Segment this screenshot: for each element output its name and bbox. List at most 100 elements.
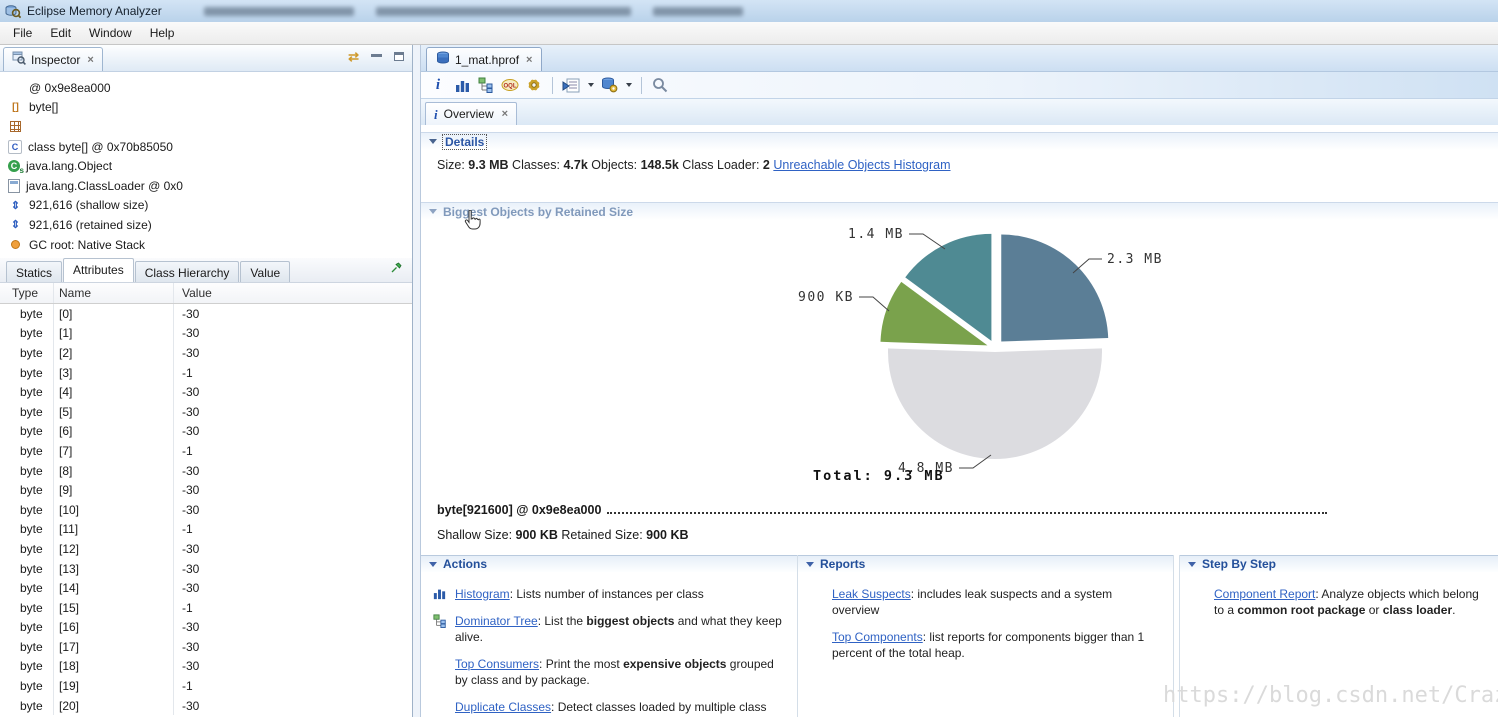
table-row[interactable]: byte[4]-30 <box>0 382 412 402</box>
inspector-item[interactable]: java.lang.ClassLoader @ 0x0 <box>0 176 412 196</box>
table-row[interactable]: byte[14]-30 <box>0 578 412 598</box>
table-row[interactable]: byte[18]-30 <box>0 657 412 677</box>
dropdown-arrow-icon[interactable] <box>626 83 632 87</box>
run-expert-report-icon[interactable] <box>562 75 580 95</box>
inspector-item[interactable]: 921,616 (shallow size) <box>0 196 412 216</box>
panel-divider[interactable] <box>413 45 421 717</box>
maximize-icon[interactable] <box>394 52 404 61</box>
inspector-item-label: GC root: Native Stack <box>29 238 145 252</box>
table-row[interactable]: byte[19]-1 <box>0 676 412 696</box>
oql-icon[interactable]: OQL <box>501 75 519 95</box>
menu-file[interactable]: File <box>4 23 41 43</box>
link-unreachable-objects-histogram[interactable]: Unreachable Objects Histogram <box>773 158 950 172</box>
inspector-item[interactable]: class byte[] @ 0x70b85050 <box>0 137 412 157</box>
table-row[interactable]: byte[3]-1 <box>0 363 412 383</box>
cell-name: [3] <box>53 363 173 383</box>
table-row[interactable]: byte[9]-30 <box>0 480 412 500</box>
reports-section-header[interactable]: Reports <box>798 555 1173 572</box>
menu-help[interactable]: Help <box>141 23 184 43</box>
table-row[interactable]: byte[8]-30 <box>0 461 412 481</box>
text-run: 148.5k <box>641 158 679 172</box>
actions-section-header[interactable]: Actions <box>421 555 797 572</box>
cell-value: -30 <box>173 422 412 442</box>
table-row[interactable]: byte[13]-30 <box>0 559 412 579</box>
link-dominator-tree[interactable]: Dominator Tree <box>455 614 538 628</box>
open-heap-objects-icon[interactable] <box>600 75 618 95</box>
retained-size-pie-chart: 2.3 MB4.8 MB900 KB1.4 MBTotal: 9.3 MB <box>421 221 1498 499</box>
column-header-name[interactable]: Name <box>53 283 173 303</box>
inspector-item[interactable] <box>0 117 412 137</box>
close-icon[interactable]: × <box>87 54 93 66</box>
table-row[interactable]: byte[20]-30 <box>0 696 412 716</box>
column-header-value[interactable]: Value <box>173 283 412 303</box>
link-duplicate-classes[interactable]: Duplicate Classes <box>455 700 551 714</box>
table-row[interactable]: byte[15]-1 <box>0 598 412 618</box>
link-top-consumers[interactable]: Top Consumers <box>455 657 539 671</box>
cell-name: [4] <box>53 382 173 402</box>
inspector-view-actions: ⇄ <box>348 50 404 63</box>
inspector-item[interactable]: java.lang.Object <box>0 156 412 176</box>
dominator-tree-icon[interactable] <box>477 75 495 95</box>
table-row[interactable]: byte[17]-30 <box>0 637 412 657</box>
class-icon <box>8 140 22 154</box>
pie-leader-line <box>909 234 945 249</box>
inspector-item[interactable]: byte[] <box>0 98 412 118</box>
histogram-icon[interactable] <box>453 75 471 95</box>
table-row[interactable]: byte[12]-30 <box>0 539 412 559</box>
table-row[interactable]: byte[1]-30 <box>0 324 412 344</box>
table-row[interactable]: byte[16]-30 <box>0 618 412 638</box>
inspector-view-tab[interactable]: Inspector × <box>3 47 103 71</box>
editor-tab-hprof[interactable]: 1_mat.hprof × <box>426 47 542 71</box>
calculate-retained-size-icon[interactable] <box>525 75 543 95</box>
tab-overview[interactable]: i Overview × <box>425 102 517 125</box>
dropdown-arrow-icon[interactable] <box>588 83 594 87</box>
table-row[interactable]: byte[6]-30 <box>0 422 412 442</box>
menu-edit[interactable]: Edit <box>41 23 80 43</box>
search-icon[interactable] <box>651 75 669 95</box>
cell-type: byte <box>0 464 53 478</box>
step-by-step-header-label: Step By Step <box>1202 557 1276 571</box>
inspector-item-label: java.lang.Object <box>26 159 112 173</box>
link-leak-suspects[interactable]: Leak Suspects <box>832 587 911 601</box>
table-row[interactable]: byte[2]-30 <box>0 343 412 363</box>
report-item-top-components: Top Components: list reports for compone… <box>808 629 1159 661</box>
table-row[interactable]: byte[0]-30 <box>0 304 412 324</box>
heap-dump-icon <box>436 51 450 68</box>
table-row[interactable]: byte[11]-1 <box>0 520 412 540</box>
info-icon[interactable]: i <box>429 75 447 95</box>
table-row[interactable]: byte[7]-1 <box>0 441 412 461</box>
collapse-triangle-icon <box>429 209 437 214</box>
link-top-components[interactable]: Top Components <box>832 630 923 644</box>
inspector-item[interactable]: 921,616 (retained size) <box>0 215 412 235</box>
pie-slice-2-3-mb[interactable] <box>1001 235 1108 342</box>
link-histogram[interactable]: Histogram <box>455 587 510 601</box>
redacted-block <box>653 7 743 16</box>
cell-type: byte <box>0 601 53 615</box>
close-icon[interactable]: × <box>502 108 508 120</box>
text-run: 900 KB <box>646 528 688 542</box>
pin-icon[interactable] <box>391 261 403 276</box>
sync-icon[interactable]: ⇄ <box>348 50 359 63</box>
column-header-type[interactable]: Type <box>0 286 53 300</box>
table-row[interactable]: byte[5]-30 <box>0 402 412 422</box>
close-icon[interactable]: × <box>526 54 532 66</box>
histogram-icon <box>433 587 449 601</box>
action-item-top-consumers: Top Consumers: Print the most expensive … <box>431 656 783 688</box>
tab-attributes[interactable]: Attributes <box>63 258 134 282</box>
details-section-header[interactable]: Details <box>421 132 1498 150</box>
menu-window[interactable]: Window <box>80 23 141 43</box>
pie-slice-4-8-mb[interactable] <box>888 348 1102 459</box>
biggest-objects-section-header[interactable]: Biggest Objects by Retained Size <box>421 202 1498 220</box>
inspector-item[interactable]: @ 0x9e8ea000 <box>0 78 412 98</box>
minimize-icon[interactable] <box>371 52 382 61</box>
tab-class-hierarchy[interactable]: Class Hierarchy <box>135 261 240 282</box>
tab-statics[interactable]: Statics <box>6 261 62 282</box>
step-by-step-section-header[interactable]: Step By Step <box>1180 555 1498 572</box>
table-row[interactable]: byte[10]-30 <box>0 500 412 520</box>
inspector-item[interactable]: GC root: Native Stack <box>0 235 412 255</box>
tab-value[interactable]: Value <box>240 261 290 282</box>
reports-header-label: Reports <box>820 557 865 571</box>
mouse-cursor-icon <box>463 210 481 233</box>
link-component-report[interactable]: Component Report <box>1214 587 1315 601</box>
selected-object-label[interactable]: byte[921600] @ 0x9e8ea000 <box>437 503 601 517</box>
